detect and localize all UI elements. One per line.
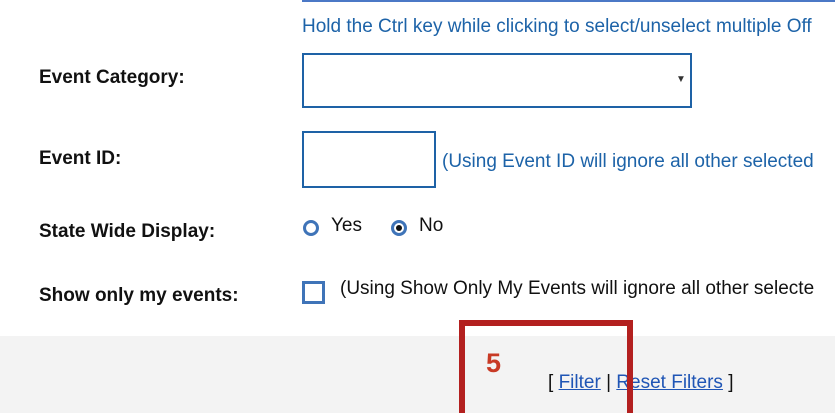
event-id-label: Event ID: [39, 148, 122, 169]
show-my-events-label: Show only my events: [39, 285, 239, 306]
annotation-number: 5 [486, 348, 502, 378]
show-my-events-note: (Using Show Only My Events will ignore a… [340, 278, 815, 299]
close-bracket: ] [722, 372, 734, 393]
top-divider [302, 0, 835, 2]
chevron-down-icon: ▼ [676, 74, 686, 85]
event-category-select[interactable] [302, 53, 692, 108]
event-category-label: Event Category: [39, 67, 185, 88]
statewide-display-label: State Wide Display: [39, 221, 216, 242]
statewide-no-label: No [419, 215, 444, 236]
event-filter-panel: Hold the Ctrl key while clicking to sele… [0, 0, 835, 413]
show-my-events-checkbox[interactable] [302, 281, 325, 304]
event-id-note: (Using Event ID will ignore all other se… [442, 151, 814, 172]
statewide-yes-label: Yes [331, 215, 362, 236]
statewide-no-radio[interactable] [391, 220, 407, 236]
statewide-yes-radio[interactable] [303, 220, 319, 236]
multi-select-hint: Hold the Ctrl key while clicking to sele… [302, 16, 812, 37]
event-id-input[interactable] [302, 131, 436, 188]
